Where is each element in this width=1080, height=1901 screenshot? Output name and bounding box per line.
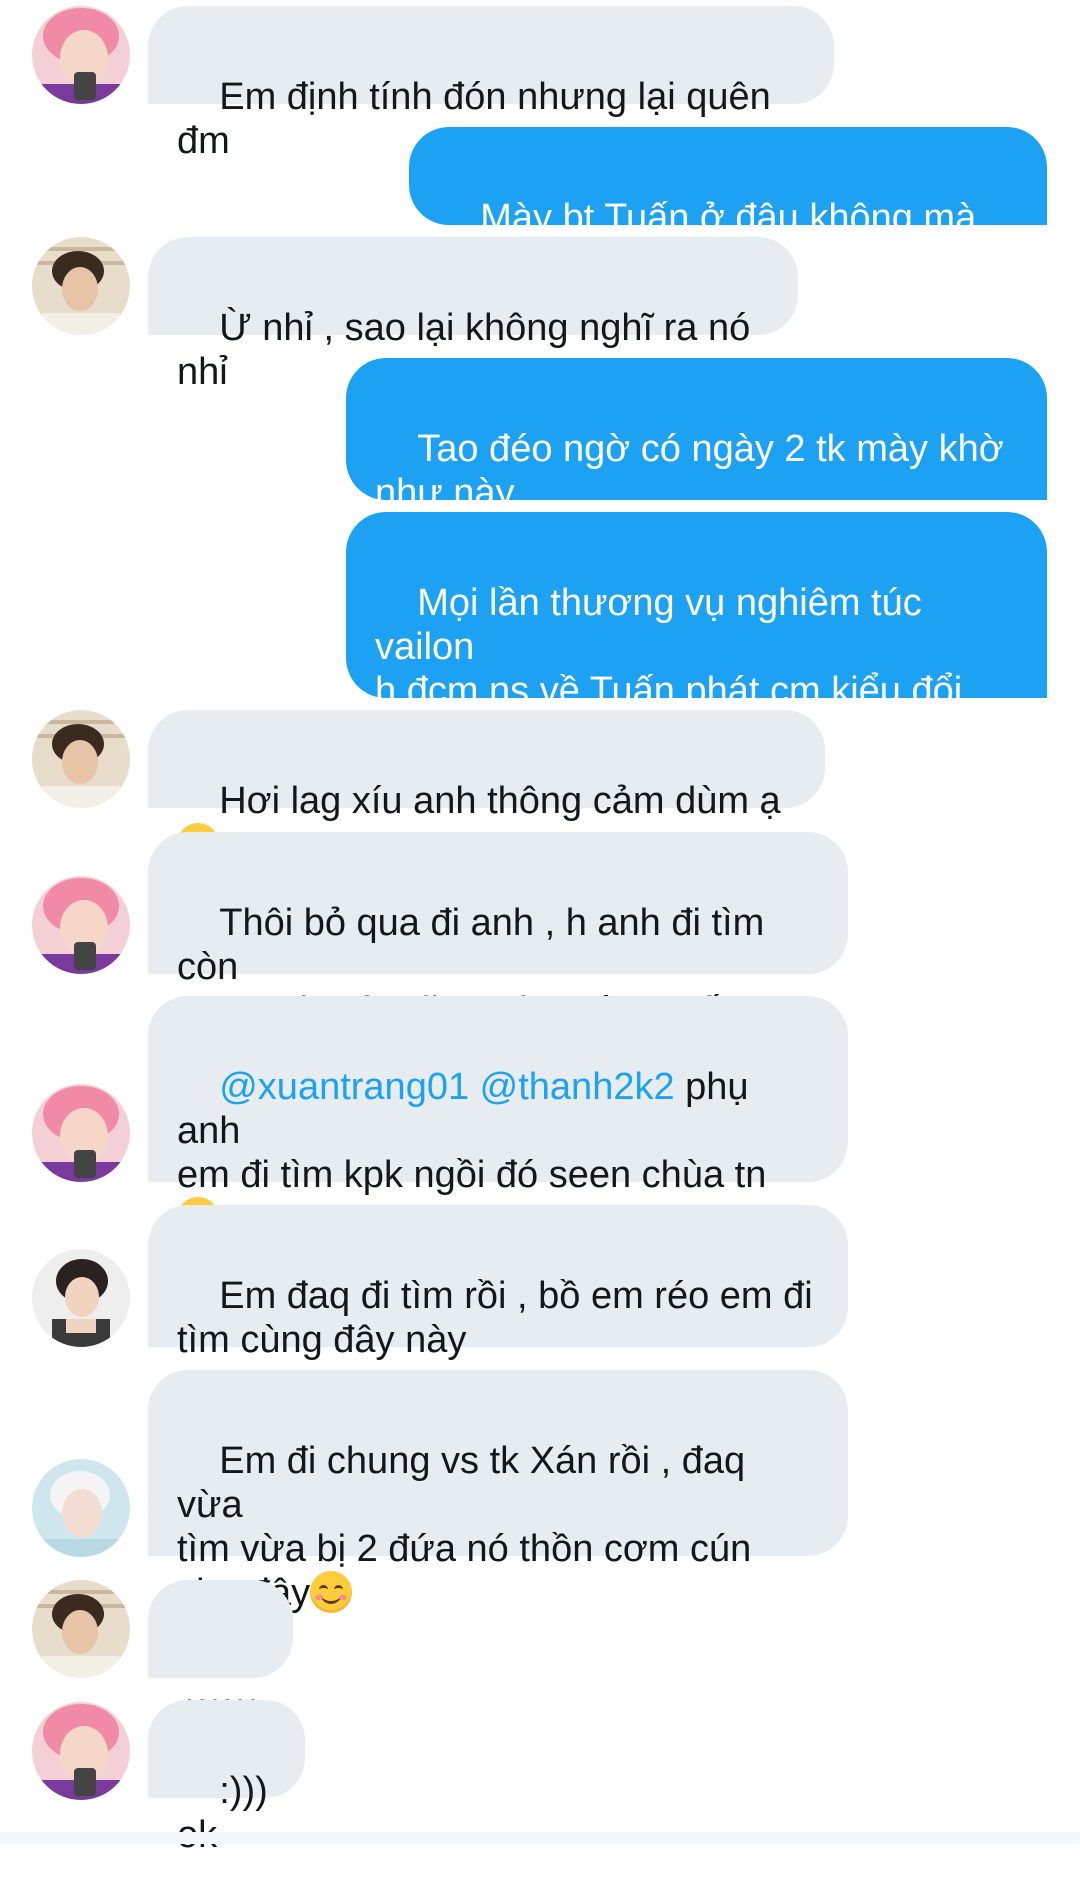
brown-hair-avatar[interactable] xyxy=(32,1580,130,1678)
pink-hair-avatar[interactable] xyxy=(32,1084,130,1182)
message-bubble[interactable]: Em đaq đi tìm rồi , bồ em réo em đi tìm … xyxy=(148,1205,848,1361)
message-bubble-outgoing[interactable]: Mày bt Tuấn ở đâu không mà đón xyxy=(409,127,1047,283)
message-text: Em đaq đi tìm rồi , bồ em réo em đi tìm … xyxy=(177,1275,813,1361)
dark-hair-avatar[interactable] xyxy=(32,1249,130,1347)
message-bubble[interactable]: Em định tính đón nhưng lại quên đm xyxy=(148,6,834,162)
conversation-thread: Em định tính đón nhưng lại quên đm Mày b… xyxy=(0,0,1080,1856)
pink-hair-avatar[interactable] xyxy=(32,876,130,974)
bottom-divider xyxy=(0,1832,1080,1844)
white-hair-avatar[interactable] xyxy=(32,1459,130,1557)
mention-link[interactable]: @xuantrang01 xyxy=(219,1066,469,1108)
message-bubble[interactable]: Hơi lag xíu anh thông cảm dùm ạ xyxy=(148,710,825,865)
message-bubble[interactable]: :))) ok xyxy=(148,1700,305,1856)
brown-hair-avatar[interactable] xyxy=(32,710,130,808)
message-text: Hơi lag xíu anh thông cảm dùm ạ xyxy=(219,780,792,822)
pink-hair-avatar[interactable] xyxy=(32,1702,130,1800)
smiling-face-icon xyxy=(310,1571,353,1613)
message-text: Tao đéo ngờ có ngày 2 tk mày khờ như này xyxy=(375,428,1004,514)
message-bubble[interactable]: :)))))) xyxy=(148,1580,293,1736)
message-bubble-outgoing[interactable]: Tao đéo ngờ có ngày 2 tk mày khờ như này xyxy=(346,358,1047,514)
message-bubble[interactable]: Thôi bỏ qua đi anh , h anh đi tìm còn em… xyxy=(148,832,848,1032)
pink-hair-avatar[interactable] xyxy=(32,6,130,104)
brown-hair-avatar[interactable] xyxy=(32,237,130,335)
mention-link[interactable]: @thanh2k2 xyxy=(480,1066,675,1108)
message-bubble[interactable]: @xuantrang01 @thanh2k2 phụ anh em đi tìm… xyxy=(148,996,848,1239)
message-bubble-outgoing[interactable]: Mọi lần thương vụ nghiêm túc vailon h đc… xyxy=(346,512,1047,756)
message-bubble[interactable]: Ừ nhỉ , sao lại không nghĩ ra nó nhỉ xyxy=(148,237,798,393)
message-bubble[interactable]: Em đi chung vs tk Xán rồi , đaq vừa tìm … xyxy=(148,1370,848,1614)
